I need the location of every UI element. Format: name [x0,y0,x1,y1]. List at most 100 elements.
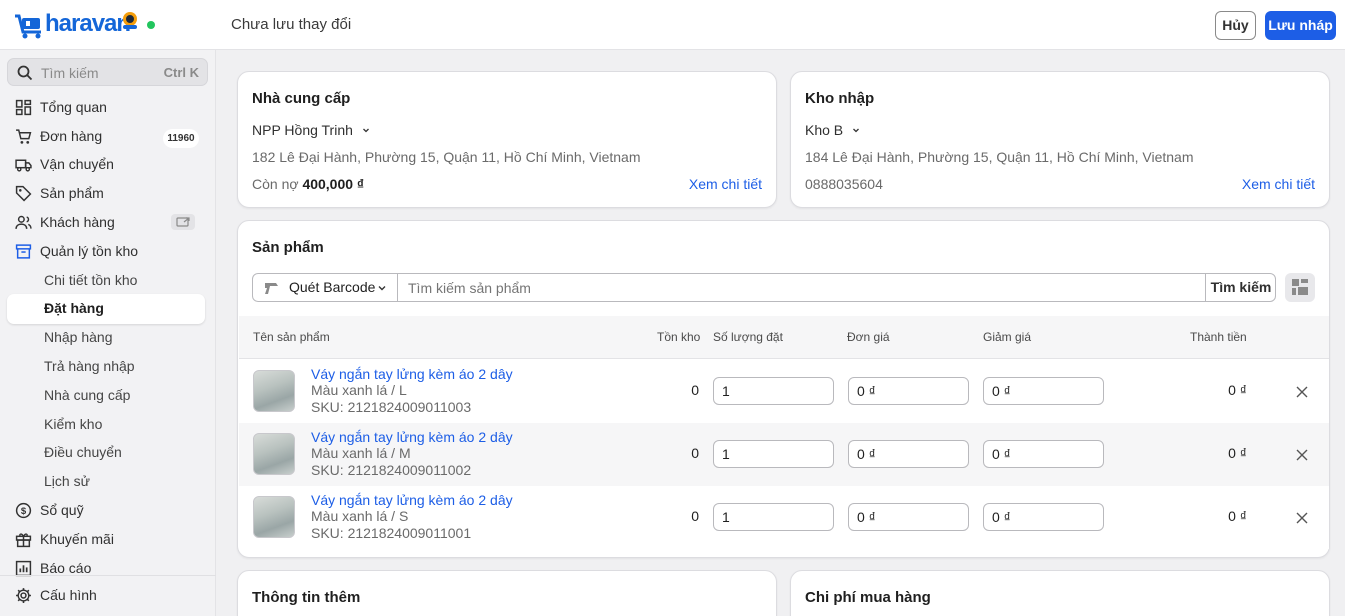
discount-input[interactable]: 0 ₫ [983,503,1104,531]
top-bar: haravan Chưa lưu thay đổi Hủy Lưu nháp [0,0,1345,50]
logo-cart-icon [15,14,41,39]
sidebar-subitem-suppliers[interactable]: Nhà cung cấp [44,385,130,405]
unit-price-input[interactable]: 0 ₫ [848,503,969,531]
haravan-logo[interactable]: haravan [13,8,141,42]
product-name-link[interactable]: Váy ngắn tay lửng kèm áo 2 dây [311,366,513,382]
product-search-button[interactable]: Tìm kiếm [1205,274,1276,301]
sidebar-divider [0,575,216,576]
product-thumbnail[interactable] [253,370,295,412]
line-total: 0 ₫ [1228,382,1247,398]
extra-info-card: Thông tin thêm [237,570,777,616]
sidebar-subitem-stocktake[interactable]: Kiểm kho [44,414,102,434]
product-sku: SKU: 2121824009011002 [311,462,472,478]
purchase-costs-title: Chi phí mua hàng [805,589,931,606]
purchase-costs-card: Chi phí mua hàng [790,570,1330,616]
sidebar-item-label: Quản lý tồn kho [40,243,139,259]
table-row: Váy ngắn tay lửng kèm áo 2 dây Màu xanh … [239,360,1329,423]
warehouse-detail-link[interactable]: Xem chi tiết [1242,176,1315,192]
cart-icon [16,129,32,144]
barcode-dropdown[interactable]: Quét Barcode [253,274,398,301]
inventory-icon [15,244,32,259]
sidebar-item-label: Sản phẩm [40,185,104,201]
logo-text: haravan [45,10,131,37]
warehouse-select[interactable]: Kho B [805,122,861,138]
discount-input[interactable]: 0 ₫ [983,377,1104,405]
stock-value: 0 [691,382,699,398]
truck-icon [15,159,32,172]
product-sku: SKU: 2121824009011003 [311,399,472,415]
chevron-down-icon [362,128,369,133]
table-header: Tên sản phẩm Tồn kho Số lượng đặt Đơn gi… [239,316,1329,359]
col-discount: Giảm giá [983,330,1032,344]
discount-input[interactable]: 0 ₫ [983,440,1104,468]
sidebar-subitem-transfer[interactable]: Điều chuyển [44,442,122,462]
orders-count-badge: 11960 [163,129,199,148]
stock-value: 0 [691,445,699,461]
sidebar-item-label: Khách hàng [40,214,115,230]
gift-icon [15,533,32,548]
order-qty-input[interactable]: 1 [713,503,834,531]
sidebar-search[interactable]: Tìm kiếm Ctrl K [7,58,208,86]
product-variant: Màu xanh lá / S [311,508,409,524]
line-total: 0 ₫ [1228,508,1247,524]
supplier-detail-link[interactable]: Xem chi tiết [689,176,762,192]
product-variant: Màu xanh lá / L [311,382,407,398]
product-search-bar: Quét Barcode Tìm kiếm [252,273,1276,302]
supplier-card: Nhà cung cấp NPP Hồng Trinh 182 Lê Đại H… [237,71,777,208]
order-qty-input[interactable]: 1 [713,377,834,405]
product-name-link[interactable]: Váy ngắn tay lửng kèm áo 2 dây [311,429,513,445]
sidebar-item-label: Tổng quan [40,99,107,115]
col-unit-price: Đơn giá [847,330,890,344]
barcode-grid-icon [1292,279,1308,295]
table-row: Váy ngắn tay lửng kèm áo 2 dây Màu xanh … [239,423,1329,486]
products-card-title: Sản phẩm [252,239,324,256]
unit-price-input[interactable]: 0 ₫ [848,440,969,468]
chevron-down-icon [853,128,859,133]
save-draft-button[interactable]: Lưu nháp [1265,11,1336,40]
supplier-debt-value: 400,000 ₫ [302,176,365,192]
warehouse-phone: 0888035604 [805,176,883,192]
product-name-link[interactable]: Váy ngắn tay lửng kèm áo 2 dây [311,492,513,508]
supplier-address: 182 Lê Đại Hành, Phường 15, Quận 11, Hồ … [252,149,641,165]
save-status: Chưa lưu thay đổi [231,16,352,33]
warehouse-card-title: Kho nhập [805,90,875,107]
col-order-qty: Số lượng đặt [713,330,783,344]
unit-price-input[interactable]: 0 ₫ [848,377,969,405]
product-sku: SKU: 2121824009011001 [311,525,472,541]
product-search-input[interactable] [399,274,1205,301]
col-total: Thành tiền [1190,330,1247,344]
search-icon [17,65,33,81]
col-stock: Tồn kho [657,330,701,344]
cashbook-icon: $ [15,502,32,519]
product-variant: Màu xanh lá / M [311,445,411,461]
warehouse-card: Kho nhập Kho B 184 Lê Đại Hành, Phường 1… [790,71,1330,208]
search-placeholder: Tìm kiếm [41,65,99,81]
product-thumbnail[interactable] [253,496,295,538]
sidebar-subitem-active-bg [7,294,205,324]
warehouse-address: 184 Lê Đại Hành, Phường 15, Quận 11, Hồ … [805,149,1194,165]
line-total: 0 ₫ [1228,445,1247,461]
barcode-scanner-icon [265,283,278,294]
remove-row-icon[interactable] [1295,448,1309,462]
customers-extra-chip[interactable] [171,214,195,230]
cancel-button[interactable]: Hủy [1215,11,1256,40]
sidebar-subitem-inventory-detail[interactable]: Chi tiết tồn kho [44,270,137,290]
sidebar-subitem-receiving[interactable]: Nhập hàng [44,327,113,347]
remove-row-icon[interactable] [1295,511,1309,525]
gear-icon [16,588,31,603]
search-shortcut: Ctrl K [163,65,199,80]
col-product-name: Tên sản phẩm [253,330,330,344]
table-row: Váy ngắn tay lửng kèm áo 2 dây Màu xanh … [239,486,1329,549]
extra-info-title: Thông tin thêm [252,589,361,606]
sidebar-subitem-purchase-order[interactable]: Đặt hàng [44,298,104,318]
external-icon [176,217,190,227]
order-qty-input[interactable]: 1 [713,440,834,468]
product-thumbnail[interactable] [253,433,295,475]
remove-row-icon[interactable] [1295,385,1309,399]
sidebar-subitem-purchase-return[interactable]: Trả hàng nhập [44,356,135,376]
tag-icon [15,185,32,202]
bulk-add-button[interactable] [1285,273,1315,302]
sidebar-item-label: Khuyến mãi [40,531,114,547]
sidebar-subitem-history[interactable]: Lịch sử [44,471,90,491]
supplier-select[interactable]: NPP Hồng Trinh [252,122,371,138]
